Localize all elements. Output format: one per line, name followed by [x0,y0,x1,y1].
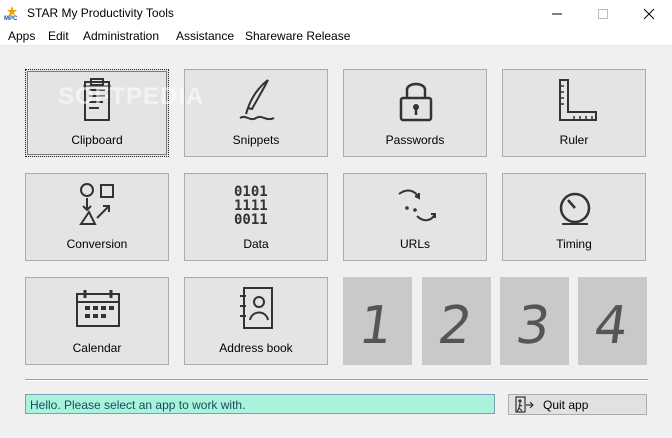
url-arrows-icon [398,189,436,222]
quick-slot-1[interactable]: 1 [343,277,412,365]
close-button[interactable] [626,0,672,26]
svg-text:0011: 0011 [234,212,268,228]
tile-snippets[interactable]: Snippets [184,69,328,157]
maximize-button[interactable] [580,0,626,26]
stopwatch-icon [559,192,591,225]
tile-label: Passwords [385,133,445,147]
tile-label: Data [243,237,269,251]
menu-bar: Apps Edit Administration Assistance Shar… [0,26,672,46]
tile-label: Timing [556,237,592,251]
ruler-icon [559,79,597,121]
window-title: STAR My Productivity Tools [27,6,174,20]
menu-separator [0,45,672,46]
tile-passwords[interactable]: Passwords [343,69,487,157]
tile-urls[interactable]: URLs [343,173,487,261]
quit-app-label: Quit app [543,398,589,412]
title-bar: MPC STAR My Productivity Tools [0,0,672,26]
menu-shareware-release[interactable]: Shareware Release [245,29,350,43]
tile-label: Snippets [232,133,280,147]
shapes-conversion-icon [79,183,114,225]
menu-edit[interactable]: Edit [48,29,69,43]
tile-address-book[interactable]: Address book [184,277,328,365]
tile-calendar[interactable]: Calendar [25,277,169,365]
quick-slot-3[interactable]: 3 [500,277,569,365]
quick-slot-number: 1 [355,296,396,356]
svg-text:MPC: MPC [4,16,18,20]
quill-pen-icon [239,79,275,121]
quick-slot-2[interactable]: 2 [422,277,491,365]
menu-assistance[interactable]: Assistance [176,29,234,43]
address-book-icon [240,287,273,329]
tile-label: Address book [219,341,293,355]
tile-timing[interactable]: Timing [502,173,646,261]
quick-slot-number: 3 [512,296,553,356]
tile-ruler[interactable]: Ruler [502,69,646,157]
binary-data-icon: 0101 1111 0011 [234,184,268,228]
status-text: Hello. Please select an app to work with… [30,398,246,412]
tile-label: Ruler [559,133,589,147]
menu-administration[interactable]: Administration [83,29,159,43]
minimize-button[interactable] [534,0,580,26]
tile-conversion[interactable]: Conversion [25,173,169,261]
quit-app-button[interactable]: Quit app [508,394,647,415]
minimize-icon [552,13,562,15]
status-field: Hello. Please select an app to work with… [25,394,495,414]
close-icon [643,8,655,20]
app-logo-icon: MPC [4,6,18,20]
padlock-icon [399,82,433,122]
menu-apps[interactable]: Apps [8,29,35,43]
tile-label: Calendar [72,341,122,355]
quick-slot-number: 2 [434,296,475,356]
tile-label: URLs [399,237,430,251]
quick-slot-number: 4 [590,296,631,356]
maximize-icon [598,9,608,19]
tile-label: Clipboard [71,133,123,147]
footer-divider-highlight [25,380,648,381]
watermark: SOFTPEDIA [58,83,205,110]
quick-slot-4[interactable]: 4 [578,277,647,365]
calendar-icon [76,290,120,327]
tile-data[interactable]: 0101 1111 0011 Data [184,173,328,261]
exit-door-icon [515,396,534,413]
tile-label: Conversion [66,237,128,251]
